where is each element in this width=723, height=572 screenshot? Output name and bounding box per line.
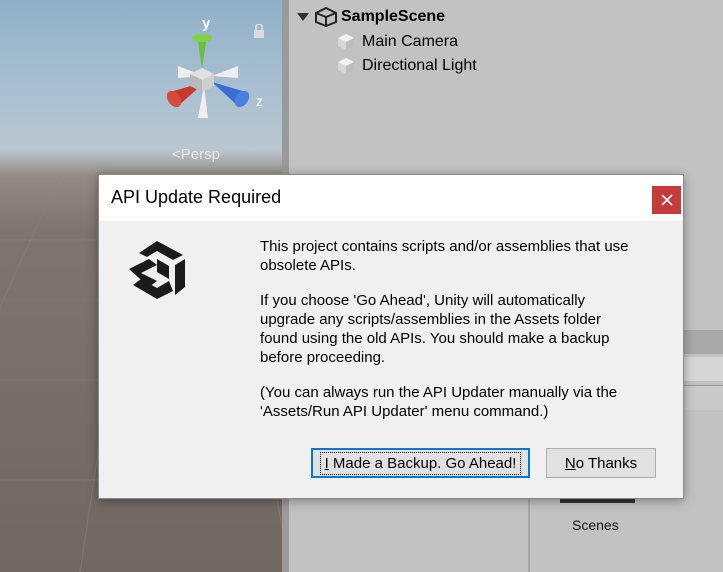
dialog-message: This project contains scripts and/or ass… (260, 237, 672, 437)
project-toolbar-strip (684, 357, 723, 381)
close-button[interactable] (652, 186, 681, 214)
go-ahead-button[interactable]: I Made a Backup. Go Ahead! (311, 448, 530, 478)
scenes-folder-label[interactable]: Scenes (572, 517, 619, 533)
gizmo-y-label: y (202, 15, 211, 32)
hierarchy-item-label: Main Camera (362, 33, 459, 50)
dialog-titlebar[interactable]: API Update Required (99, 175, 683, 221)
hierarchy-item-label: Directional Light (362, 57, 477, 74)
unity-logo-icon (129, 241, 185, 299)
message-paragraph: (You can always run the API Updater manu… (260, 384, 618, 420)
no-thanks-button[interactable]: No Thanks (546, 448, 656, 478)
go-ahead-label: I Made a Backup. Go Ahead! (319, 451, 522, 475)
no-thanks-label: No Thanks (564, 454, 638, 472)
scene-name: SampleScene (341, 8, 446, 25)
back-chevron-icon: < (172, 146, 181, 163)
project-tree-strip (684, 385, 723, 410)
gizmo-z-label: z (256, 93, 263, 109)
hierarchy-item-directional-light[interactable]: Directional Light (337, 55, 477, 77)
gameobject-cube-icon (338, 58, 354, 74)
project-column-divider[interactable] (528, 496, 530, 572)
unity-scene-icon (315, 7, 337, 27)
hierarchy-item-main-camera[interactable]: Main Camera (337, 31, 458, 53)
persp-label: Persp (180, 146, 220, 163)
close-icon (660, 194, 673, 206)
gameobject-cube-icon (338, 34, 354, 50)
hierarchy-scene-row[interactable]: SampleScene (297, 6, 445, 28)
api-update-dialog: API Update Required This project contain… (98, 174, 684, 499)
expand-triangle-icon[interactable] (297, 13, 309, 21)
message-paragraph: This project contains scripts and/or ass… (260, 238, 629, 274)
lock-icon[interactable] (252, 24, 266, 38)
perspective-toggle[interactable]: <Persp (172, 146, 220, 163)
message-paragraph: If you choose 'Go Ahead', Unity will aut… (260, 292, 610, 366)
project-header-strip (684, 330, 723, 354)
dialog-title: API Update Required (111, 187, 282, 207)
